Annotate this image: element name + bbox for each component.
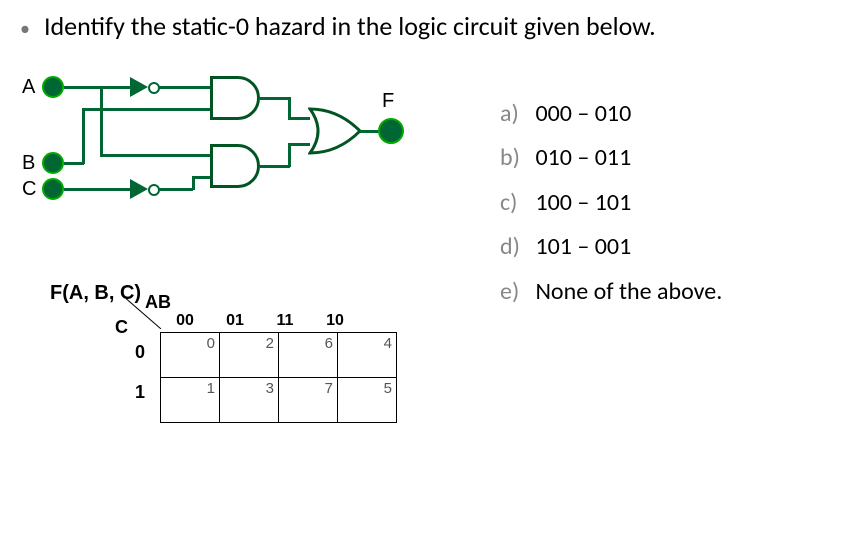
kmap-table: 0 2 6 4 1 3 7 5 [160,332,397,423]
kmap-cell: 0 [161,333,220,378]
kmap-diagonal-line [125,297,165,332]
option-letter: e) [500,270,530,314]
wire [288,143,291,167]
output-label-f: F [382,90,394,113]
not-gate-icon [130,77,148,97]
option-a: a) 000 – 010 [500,92,722,136]
kmap-col-header: 00 [160,312,210,330]
wire [64,188,130,191]
output-pin-f [378,118,404,144]
logic-circuit-diagram: A B C [20,72,420,242]
wire [288,117,310,120]
input-pin-c [42,178,64,200]
kmap-cell: 4 [338,333,397,378]
question-text: Identify the static-0 hazard in the logi… [44,10,656,42]
wire [288,143,310,146]
input-label-a: A [22,76,35,99]
answer-options: a) 000 – 010 b) 010 – 011 c) 100 – 101 d… [500,92,722,314]
kmap-diagram: F(A, B, C) AB C 00 01 11 10 0 1 0 2 6 4 [50,282,440,442]
bullet: • [20,17,30,41]
input-pin-a [42,76,64,98]
wire [100,86,103,156]
kmap-cell: 3 [220,378,279,423]
kmap-row-header: 1 [135,372,145,412]
wire [360,130,380,133]
option-value: 100 – 101 [535,188,631,217]
kmap-col-headers: 00 01 11 10 [160,312,360,330]
option-value: 101 – 001 [535,232,631,261]
option-letter: a) [500,92,530,136]
wire [82,108,210,111]
or-gate-icon [308,107,363,155]
wire [260,97,290,100]
kmap-cell: 7 [279,378,338,423]
kmap-col-header: 01 [210,312,260,330]
option-d: d) 101 – 001 [500,225,722,269]
kmap-cell: 1 [161,378,220,423]
question-row: • Identify the static-0 hazard in the lo… [20,10,838,42]
input-pin-b [42,152,64,174]
and-gate-icon [210,76,260,120]
not-gate-icon [130,179,148,199]
option-letter: d) [500,225,530,269]
wire [100,154,210,157]
option-value: None of the above. [535,277,722,306]
wire [82,108,85,164]
kmap-row-header: 0 [135,332,145,372]
kmap-col-header: 11 [260,312,310,330]
wire [64,162,84,165]
option-value: 000 – 010 [535,99,631,128]
option-letter: c) [500,181,530,225]
option-b: b) 010 – 011 [500,136,722,180]
wire [192,176,210,179]
kmap-row-headers: 0 1 [135,332,145,412]
wire [158,188,193,191]
option-value: 010 – 011 [535,143,631,172]
option-e: e) None of the above. [500,270,722,314]
main-content: A B C [20,72,838,442]
wire [288,97,291,119]
option-c: c) 100 – 101 [500,181,722,225]
input-label-c: C [22,178,36,201]
wire [158,86,210,89]
left-column: A B C [20,72,440,442]
option-letter: b) [500,136,530,180]
kmap-cell: 5 [338,378,397,423]
input-label-b: B [22,152,35,175]
kmap-cell: 6 [279,333,338,378]
and-gate-icon [210,144,260,188]
kmap-cell: 2 [220,333,279,378]
kmap-col-header: 10 [310,312,360,330]
wire [260,165,290,168]
wire [64,86,130,89]
